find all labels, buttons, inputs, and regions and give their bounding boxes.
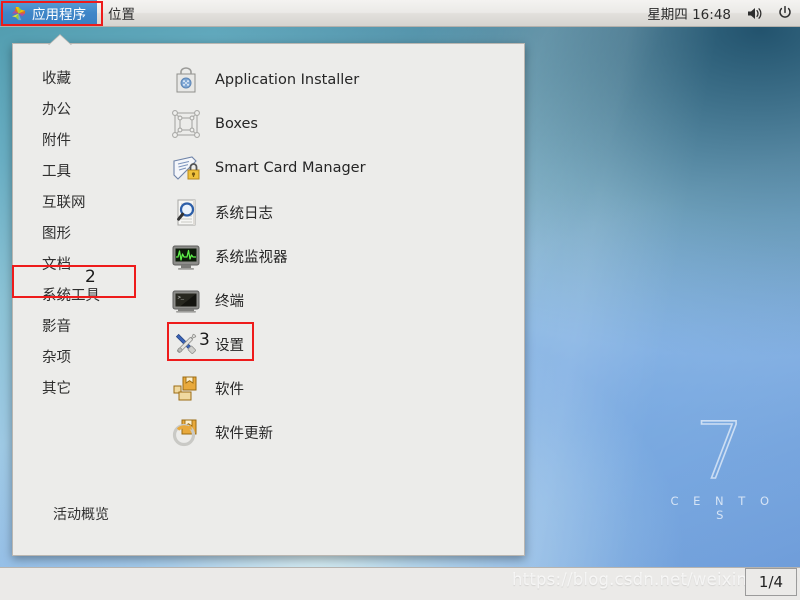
applications-menu-button[interactable]: 应用程序 (0, 0, 97, 26)
boxes-icon (170, 108, 202, 140)
menu-item-label: 软件更新 (215, 425, 273, 442)
category-label: 附件 (42, 133, 71, 149)
category-label: 系统工具 (42, 288, 100, 304)
system-monitor-icon (170, 240, 202, 272)
application-installer-icon (170, 64, 202, 96)
system-logs-icon (170, 196, 202, 228)
category-label: 其它 (42, 381, 71, 397)
sidebar-item-graphics[interactable]: 图形 (13, 219, 155, 250)
menu-item-label: 终端 (215, 293, 244, 310)
activities-overview-label: 活动概览 (53, 507, 109, 523)
menu-item-system-logs[interactable]: 系统日志 (155, 190, 524, 234)
sidebar-item-sundry[interactable]: 杂项 (13, 343, 155, 374)
menu-application-list: Application Installer Boxes Smart Card M… (155, 44, 524, 555)
menu-item-label: 软件 (215, 381, 244, 398)
menu-pointer-arrow (48, 33, 72, 45)
category-label: 互联网 (42, 195, 86, 211)
category-label: 图形 (42, 226, 71, 242)
menu-item-software[interactable]: 软件 (155, 366, 524, 410)
menu-item-boxes[interactable]: Boxes (155, 102, 524, 146)
menu-item-application-installer[interactable]: Application Installer (155, 58, 524, 102)
clock-button[interactable]: 星期四 16:48 (639, 0, 739, 26)
menu-item-smart-card-manager[interactable]: Smart Card Manager (155, 146, 524, 190)
sidebar-item-favorites[interactable]: 收藏 (13, 64, 155, 95)
sidebar-item-office[interactable]: 办公 (13, 95, 155, 126)
places-menu-button[interactable]: 位置 (97, 0, 146, 26)
smart-card-manager-icon (170, 152, 202, 184)
centos-brand-text: C E N T O S (670, 494, 775, 522)
menu-item-label: Boxes (215, 116, 258, 132)
centos-brand-watermark: 7 C E N T O S (660, 407, 780, 522)
category-label: 文档 (42, 257, 71, 273)
category-label: 杂项 (42, 350, 71, 366)
menu-item-settings[interactable]: 设置 (155, 322, 524, 366)
menu-item-label: Application Installer (215, 72, 360, 88)
sidebar-item-accessories[interactable]: 附件 (13, 126, 155, 157)
settings-tools-icon (170, 328, 202, 360)
centos-pinwheel-logo-icon (11, 6, 26, 21)
page-indicator[interactable]: 1/4 (745, 568, 797, 596)
sidebar-item-sound-video[interactable]: 影音 (13, 312, 155, 343)
category-label: 收藏 (42, 71, 71, 87)
applications-menu-label: 应用程序 (32, 7, 86, 23)
menu-item-label: 系统日志 (215, 205, 273, 222)
category-label: 办公 (42, 102, 71, 118)
volume-icon[interactable] (739, 0, 770, 26)
sidebar-item-system-tools[interactable]: 系统工具 (13, 281, 155, 312)
menu-category-list: 收藏 办公 附件 工具 互联网 图形 文档 系统工具 影音 杂项 其它 (13, 44, 155, 555)
activities-overview-button[interactable]: 活动概览 (53, 504, 109, 524)
places-menu-label: 位置 (108, 7, 135, 23)
sidebar-item-documents[interactable]: 文档 (13, 250, 155, 281)
terminal-icon: >_ (170, 284, 202, 316)
power-icon[interactable] (770, 0, 800, 26)
category-label: 工具 (42, 164, 71, 180)
centos-version-number: 7 (694, 407, 745, 497)
menu-item-software-update[interactable]: 软件更新 (155, 410, 524, 454)
menu-item-label: 设置 (215, 337, 244, 354)
menu-item-system-monitor[interactable]: 系统监视器 (155, 234, 524, 278)
menu-item-label: 系统监视器 (215, 249, 288, 266)
annotation-step-3: 3 (199, 330, 210, 350)
sidebar-item-other[interactable]: 其它 (13, 374, 155, 405)
annotation-step-2: 2 (85, 267, 96, 287)
clock-label: 星期四 16:48 (647, 7, 731, 23)
top-panel: 应用程序 位置 星期四 16:48 (0, 0, 800, 27)
category-label: 影音 (42, 319, 71, 335)
menu-item-terminal[interactable]: >_ 终端 (155, 278, 524, 322)
applications-menu-panel: 收藏 办公 附件 工具 互联网 图形 文档 系统工具 影音 杂项 其它 Appl… (12, 43, 525, 556)
software-package-icon (170, 372, 202, 404)
svg-text:>_: >_ (178, 294, 185, 301)
page-indicator-label: 1/4 (758, 573, 784, 591)
software-update-icon (170, 416, 202, 448)
sidebar-item-internet[interactable]: 互联网 (13, 188, 155, 219)
sidebar-item-tools[interactable]: 工具 (13, 157, 155, 188)
menu-item-label: Smart Card Manager (215, 160, 366, 176)
